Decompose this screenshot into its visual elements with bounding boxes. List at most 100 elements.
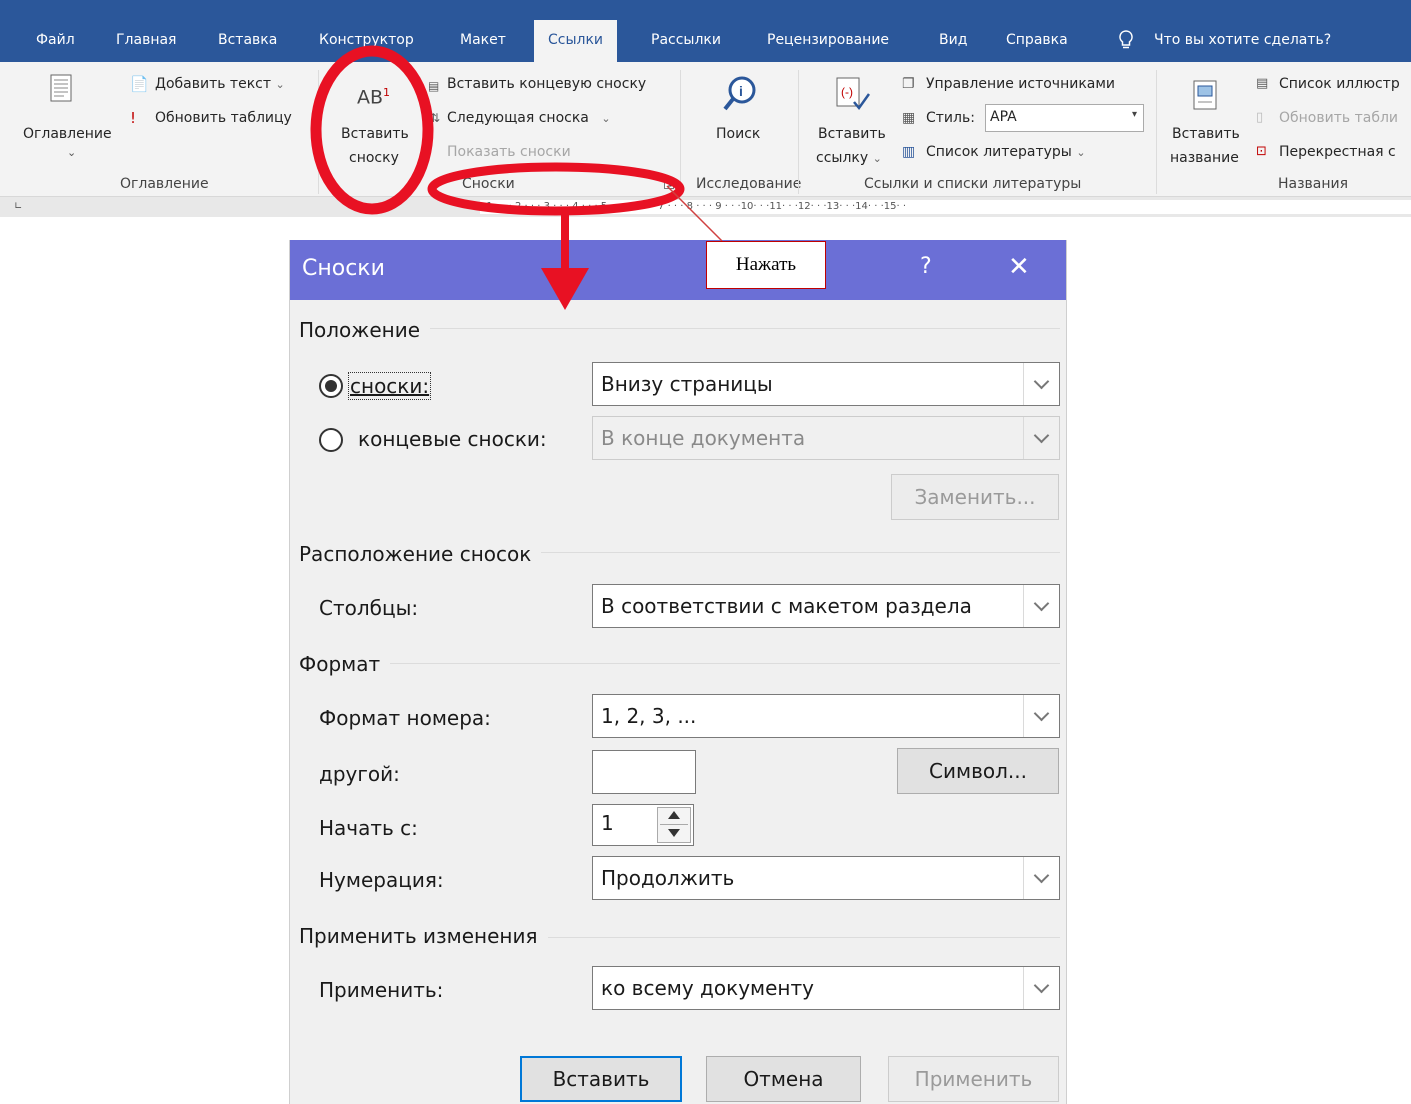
insert-caption-label-1[interactable]: Вставить <box>1172 126 1240 142</box>
svg-text:i: i <box>739 83 743 99</box>
apply-to-select[interactable]: ко всему документу <box>592 966 1060 1010</box>
list-illustrations-icon: ▤ <box>1256 76 1269 91</box>
group-label-toc: Оглавление <box>120 176 209 192</box>
annotation-callout: Нажать <box>706 241 826 289</box>
search-icon[interactable]: i <box>722 74 758 118</box>
spinner-divider <box>660 824 688 825</box>
footnotes-dialog-launcher-icon[interactable] <box>664 179 674 189</box>
tab-design[interactable]: Конструктор <box>319 20 414 62</box>
tab-mailings[interactable]: Рассылки <box>651 20 721 62</box>
group-label-footnotes: Сноски <box>462 176 515 192</box>
add-text-label: Добавить текст <box>155 76 271 92</box>
search-button[interactable]: Поиск <box>716 126 760 142</box>
tab-references[interactable]: Ссылки <box>534 20 618 62</box>
insert-button[interactable]: Вставить <box>520 1056 682 1102</box>
tab-file[interactable]: Файл <box>36 20 75 62</box>
help-button[interactable]: ? <box>920 254 932 279</box>
manage-sources-button[interactable]: Управление источниками <box>926 76 1115 92</box>
apply-button[interactable]: Применить <box>888 1056 1059 1102</box>
bibliography-button[interactable]: Список литературы ⌄ <box>926 144 1086 160</box>
footnotes-location-select[interactable]: Внизу страницы <box>592 362 1060 406</box>
endnotes-location-value: В конце документа <box>601 426 806 450</box>
endnotes-radio-label[interactable]: концевые сноски: <box>358 426 547 452</box>
start-at-label: Начать с: <box>319 816 418 840</box>
apply-to-value: ко всему документу <box>601 976 814 1000</box>
insert-citation-label-1[interactable]: Вставить <box>818 126 886 142</box>
bibliography-icon: ▥ <box>902 144 916 160</box>
insert-footnote-icon[interactable]: AB1 <box>357 86 390 108</box>
show-notes-button[interactable]: Показать сноски <box>447 144 571 160</box>
toc-button[interactable]: Оглавление <box>23 126 112 142</box>
tell-me-search[interactable]: Что вы хотите сделать? <box>1154 20 1331 62</box>
insert-endnote-button[interactable]: Вставить концевую сноску <box>447 76 646 92</box>
section-divider <box>300 663 1060 664</box>
update-toc-button[interactable]: Обновить таблицу <box>155 110 292 126</box>
insert-caption-icon[interactable] <box>1193 80 1217 114</box>
add-text-button[interactable]: Добавить текст ⌄ <box>155 76 285 92</box>
section-position: Положение <box>299 318 430 342</box>
group-divider <box>798 70 799 194</box>
symbol-button[interactable]: Символ... <box>897 748 1059 794</box>
tab-stop-selector-icon[interactable]: ∟ <box>14 201 26 213</box>
spinner-buttons[interactable] <box>657 807 691 843</box>
custom-mark-input[interactable] <box>592 750 696 794</box>
spin-up-icon[interactable] <box>668 811 680 819</box>
section-apply: Применить изменения <box>299 924 548 948</box>
tab-help[interactable]: Справка <box>1006 20 1068 62</box>
footnotes-radio[interactable] <box>319 374 343 398</box>
tab-layout[interactable]: Макет <box>460 20 506 62</box>
tab-home[interactable]: Главная <box>116 20 176 62</box>
numbering-select[interactable]: Продолжить <box>592 856 1060 900</box>
chevron-down-icon <box>1023 857 1059 899</box>
insert-footnote-label-2[interactable]: сноску <box>349 150 399 166</box>
lightbulb-icon[interactable] <box>1118 20 1134 62</box>
style-icon: ▦ <box>902 110 916 126</box>
columns-label: Столбцы: <box>319 596 419 620</box>
insert-citation-label-2[interactable]: ссылку ⌄ <box>816 150 882 166</box>
footnotes-location-value: Внизу страницы <box>601 372 773 396</box>
cancel-button[interactable]: Отмена <box>706 1056 861 1102</box>
tab-review[interactable]: Рецензирование <box>767 20 889 62</box>
chevron-down-icon <box>1023 967 1059 1009</box>
footnotes-label-text: сноски: <box>350 374 430 398</box>
apply-to-label: Применить: <box>319 978 444 1002</box>
group-divider <box>318 70 319 194</box>
insert-citation-icon[interactable]: (-) <box>834 76 871 118</box>
spin-down-icon[interactable] <box>668 829 680 837</box>
ruler-scale: · 1 · · · 2 · · · 3 · · · 4 · · · 5 · · … <box>480 200 1411 214</box>
next-footnote-icon: ⇅ <box>430 111 441 125</box>
close-icon[interactable]: ✕ <box>1008 252 1030 282</box>
style-label: Стиль: <box>926 110 975 126</box>
columns-select[interactable]: В соответствии с макетом раздела <box>592 584 1060 628</box>
group-label-research: Исследование <box>696 176 802 192</box>
footnotes-radio-label[interactable]: сноски: <box>348 372 432 400</box>
tab-insert[interactable]: Вставка <box>218 20 277 62</box>
chevron-down-icon <box>1023 695 1059 737</box>
update-table-icon: ! <box>130 109 137 127</box>
cross-reference-button[interactable]: Перекрестная с <box>1279 144 1396 160</box>
update-figures-table-button[interactable]: Обновить табли <box>1279 110 1398 126</box>
dialog-title: Сноски <box>302 256 385 281</box>
number-format-label: Формат номера: <box>319 706 491 730</box>
next-footnote-label: Следующая сноска <box>447 110 589 126</box>
number-format-select[interactable]: 1, 2, 3, ... <box>592 694 1060 738</box>
toc-dropdown-chevron-icon[interactable]: ⌄ <box>67 146 76 159</box>
style-select-value: APA <box>990 109 1017 125</box>
tab-view[interactable]: Вид <box>939 20 967 62</box>
insert-endnote-icon: ▤ <box>428 79 440 93</box>
style-select[interactable]: APA ▾ <box>985 104 1144 132</box>
section-format: Формат <box>299 652 391 676</box>
toc-icon[interactable] <box>50 74 72 106</box>
replace-button[interactable]: Заменить... <box>891 474 1059 520</box>
endnotes-radio[interactable] <box>319 428 343 452</box>
insert-caption-label-2[interactable]: название <box>1170 150 1239 166</box>
custom-mark-label: другой: <box>319 762 400 786</box>
list-illustrations-button[interactable]: Список иллюстр <box>1279 76 1400 92</box>
insert-footnote-label-1[interactable]: Вставить <box>341 126 409 142</box>
endnotes-location-select[interactable]: В конце документа <box>592 416 1060 460</box>
horizontal-ruler[interactable]: ∟ · 1 · · · 2 · · · 3 · · · 4 · · · 5 · … <box>0 197 1411 217</box>
next-footnote-button[interactable]: Следующая сноска ⌄ <box>447 110 611 126</box>
start-at-spinner[interactable]: 1 <box>592 804 694 846</box>
group-divider <box>680 70 681 194</box>
group-divider <box>1156 70 1157 194</box>
